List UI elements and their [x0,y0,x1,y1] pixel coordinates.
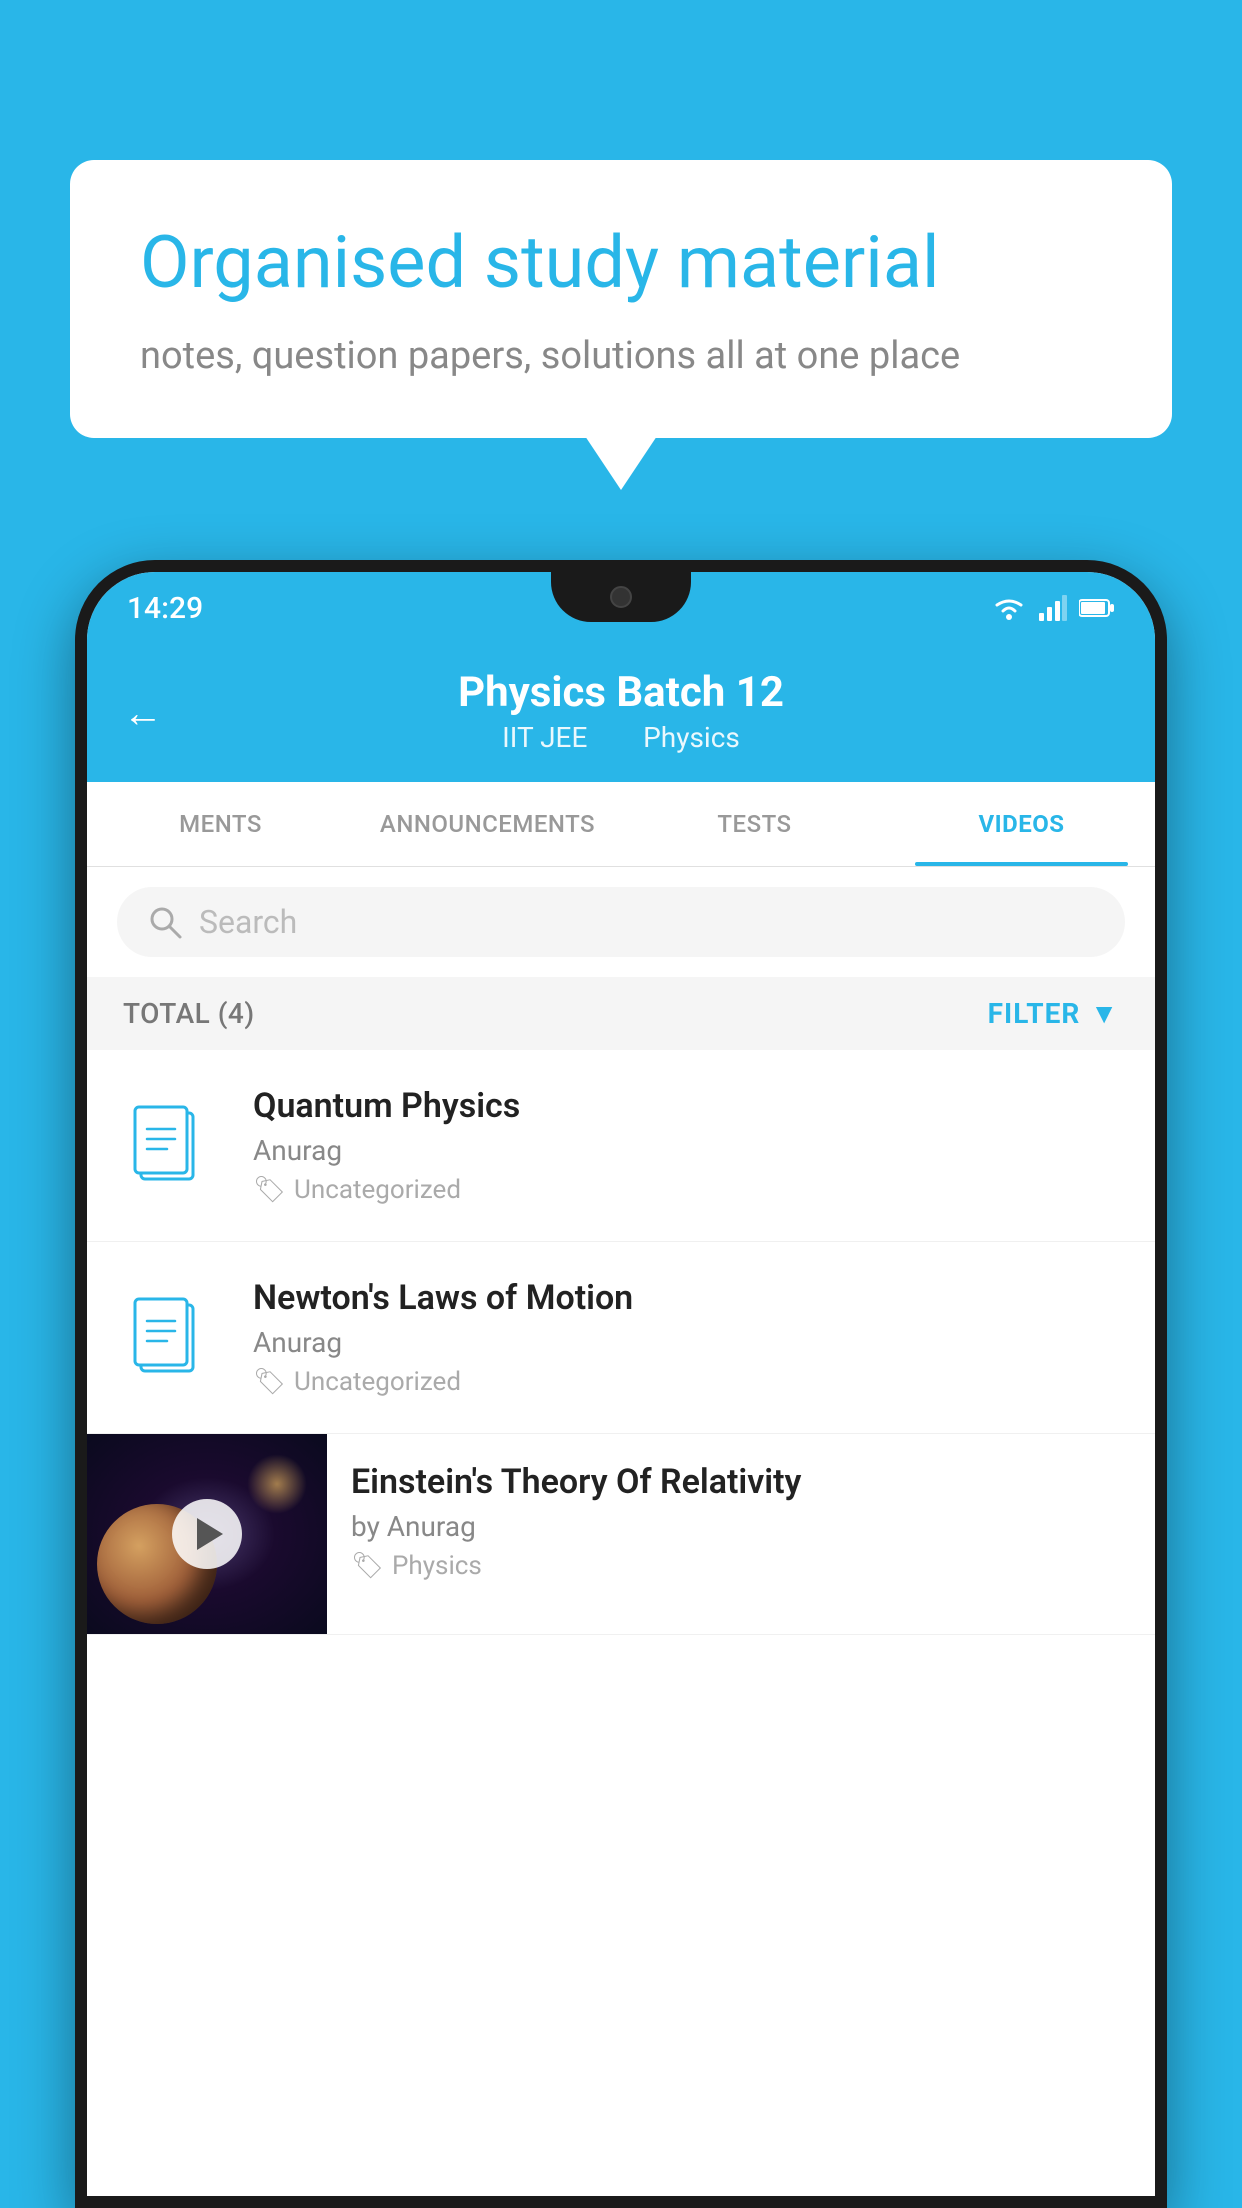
video-list: Quantum Physics Anurag 🏷 Uncategorized [87,1050,1155,2196]
search-bar[interactable]: Search [117,887,1125,957]
speech-bubble-section: Organised study material notes, question… [70,160,1172,438]
item-title: Einstein's Theory Of Relativity [351,1462,1131,1502]
search-container: Search [87,867,1155,977]
phone-screen: 14:29 [87,572,1155,2196]
video-thumbnail [87,1434,327,1634]
total-count: TOTAL (4) [123,997,255,1030]
tabs-bar: MENTS ANNOUNCEMENTS TESTS VIDEOS [87,782,1155,867]
bubble-heading: Organised study material [140,220,1102,306]
tab-videos[interactable]: VIDEOS [888,782,1155,866]
tag-icon: 🏷 [351,1551,384,1581]
notch [551,572,691,622]
tab-ments[interactable]: MENTS [87,782,354,866]
tag-label: Uncategorized [294,1367,461,1397]
item-title: Newton's Laws of Motion [253,1278,1119,1318]
subtitle-part1: IIT JEE [502,721,587,754]
search-input[interactable]: Search [199,903,297,941]
wifi-icon [991,595,1027,621]
thumbnail-glow [247,1454,307,1514]
status-bar: 14:29 [87,572,1155,644]
status-time: 14:29 [127,591,203,626]
speech-bubble-card: Organised study material notes, question… [70,160,1172,438]
file-icon-container [123,1101,223,1191]
file-icon [133,1101,213,1191]
app-subtitle: IIT JEE Physics [488,721,754,754]
subtitle-part2: Physics [643,721,740,754]
list-item[interactable]: Quantum Physics Anurag 🏷 Uncategorized [87,1050,1155,1242]
item-tag: 🏷 Uncategorized [253,1175,1119,1205]
back-button[interactable]: ← [123,690,163,737]
filter-label: FILTER [988,997,1081,1030]
file-icon-container [123,1293,223,1383]
tab-announcements[interactable]: ANNOUNCEMENTS [354,782,621,866]
phone-frame: 14:29 [75,560,1167,2208]
tag-label: Physics [392,1551,482,1581]
item-info: Newton's Laws of Motion Anurag 🏷 Uncateg… [253,1278,1119,1397]
search-icon [147,904,183,940]
bubble-subtext: notes, question papers, solutions all at… [140,334,1102,378]
item-tag: 🏷 Physics [351,1551,1131,1581]
list-item[interactable]: Einstein's Theory Of Relativity by Anura… [87,1434,1155,1635]
tag-icon: 🏷 [253,1175,286,1205]
status-icons [991,595,1115,621]
tag-icon: 🏷 [253,1367,286,1397]
item-tag: 🏷 Uncategorized [253,1367,1119,1397]
signal-icon [1039,595,1067,621]
file-icon [133,1293,213,1383]
play-button[interactable] [172,1499,242,1569]
tag-label: Uncategorized [294,1175,461,1205]
app-header: ← Physics Batch 12 IIT JEE Physics [87,644,1155,782]
item-author: Anurag [253,1134,1119,1167]
list-item[interactable]: Newton's Laws of Motion Anurag 🏷 Uncateg… [87,1242,1155,1434]
filter-icon: ▼ [1090,997,1119,1030]
item-info: Quantum Physics Anurag 🏷 Uncategorized [253,1086,1119,1205]
item-info: Einstein's Theory Of Relativity by Anura… [327,1434,1155,1609]
filter-button[interactable]: FILTER ▼ [988,997,1119,1030]
app-title: Physics Batch 12 [458,668,784,717]
tab-tests[interactable]: TESTS [621,782,888,866]
item-author: Anurag [253,1326,1119,1359]
filter-bar: TOTAL (4) FILTER ▼ [87,977,1155,1050]
item-author: by Anurag [351,1510,1131,1543]
item-title: Quantum Physics [253,1086,1119,1126]
play-icon [197,1518,223,1550]
camera [610,586,632,608]
battery-icon [1079,598,1115,618]
